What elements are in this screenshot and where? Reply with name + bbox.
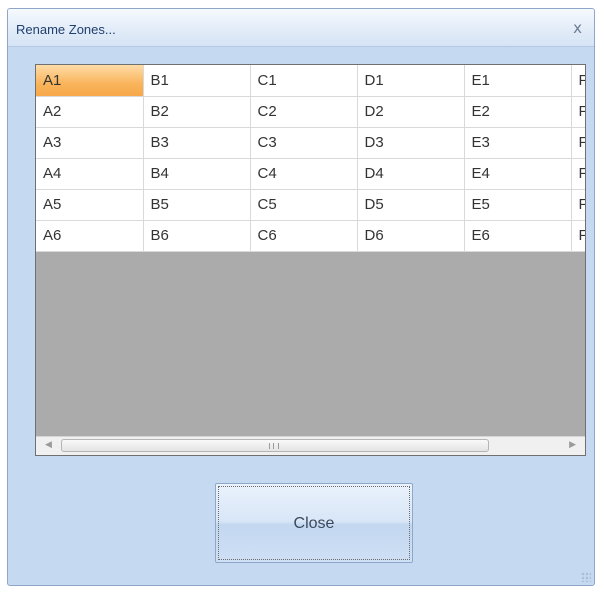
grid-cell[interactable]: C3 [250, 127, 358, 159]
grid-cell[interactable]: A5 [36, 189, 144, 221]
grid-cell[interactable]: D3 [357, 127, 465, 159]
grid-cell[interactable]: A6 [36, 220, 144, 252]
grid-cell[interactable]: A3 [36, 127, 144, 159]
grid-cell[interactable]: E2 [464, 96, 572, 128]
grid-row: A2B2C2D2E2F [36, 96, 585, 128]
close-icon[interactable]: x [573, 19, 582, 37]
grid-cell[interactable]: E1 [464, 65, 572, 97]
grid-cell[interactable]: A1 [36, 65, 144, 97]
scrollbar-thumb[interactable] [61, 439, 489, 452]
title-bar[interactable]: Rename Zones... x [8, 9, 594, 47]
grid-row: A4B4C4D4E4F [36, 158, 585, 190]
grid-cell[interactable]: A4 [36, 158, 144, 190]
scroll-right-icon[interactable]: ▶ [569, 440, 576, 450]
horizontal-scrollbar[interactable]: ◀ ▶ [36, 436, 585, 455]
resize-grip-icon[interactable] [581, 572, 591, 582]
grid-cell[interactable]: F [571, 220, 585, 252]
grid-cell[interactable]: F [571, 127, 585, 159]
rename-zones-dialog: Rename Zones... x A1B1C1D1E1FA2B2C2D2E2F… [7, 8, 595, 586]
grid-cell[interactable]: D1 [357, 65, 465, 97]
grid-cell[interactable]: A2 [36, 96, 144, 128]
grid-cell[interactable]: B6 [143, 220, 251, 252]
grid-row: A5B5C5D5E5F [36, 189, 585, 221]
grid-cell[interactable]: D5 [357, 189, 465, 221]
dialog-title: Rename Zones... [16, 22, 116, 37]
grid-cell[interactable]: D2 [357, 96, 465, 128]
grid-cell[interactable]: E3 [464, 127, 572, 159]
grid-row: A3B3C3D3E3F [36, 127, 585, 159]
scroll-left-icon[interactable]: ◀ [45, 440, 52, 450]
grid-cell[interactable]: B1 [143, 65, 251, 97]
grid-cell[interactable]: F [571, 96, 585, 128]
grid-cell[interactable]: B4 [143, 158, 251, 190]
grid-cell[interactable]: E5 [464, 189, 572, 221]
grid-cell[interactable]: F [571, 158, 585, 190]
grid-cell[interactable]: C2 [250, 96, 358, 128]
grid-cell[interactable]: E6 [464, 220, 572, 252]
grid-cell[interactable]: F [571, 189, 585, 221]
grip-icon [269, 443, 279, 449]
zones-table: A1B1C1D1E1FA2B2C2D2E2FA3B3C3D3E3FA4B4C4D… [36, 65, 585, 252]
grid-row: A6B6C6D6E6F [36, 220, 585, 252]
grid-cell[interactable]: B3 [143, 127, 251, 159]
close-button[interactable]: Close [215, 483, 413, 563]
grid-cell[interactable]: F [571, 65, 585, 97]
grid-cell[interactable]: D4 [357, 158, 465, 190]
grid-cell[interactable]: B2 [143, 96, 251, 128]
grid-cell[interactable]: B5 [143, 189, 251, 221]
grid-cell[interactable]: C5 [250, 189, 358, 221]
close-button-label: Close [293, 515, 335, 532]
grid-cell[interactable]: C1 [250, 65, 358, 97]
zones-grid: A1B1C1D1E1FA2B2C2D2E2FA3B3C3D3E3FA4B4C4D… [35, 64, 586, 456]
grid-cell[interactable]: D6 [357, 220, 465, 252]
grid-cell[interactable]: E4 [464, 158, 572, 190]
grid-cell[interactable]: C4 [250, 158, 358, 190]
grid-cell[interactable]: C6 [250, 220, 358, 252]
grid-row: A1B1C1D1E1F [36, 65, 585, 97]
